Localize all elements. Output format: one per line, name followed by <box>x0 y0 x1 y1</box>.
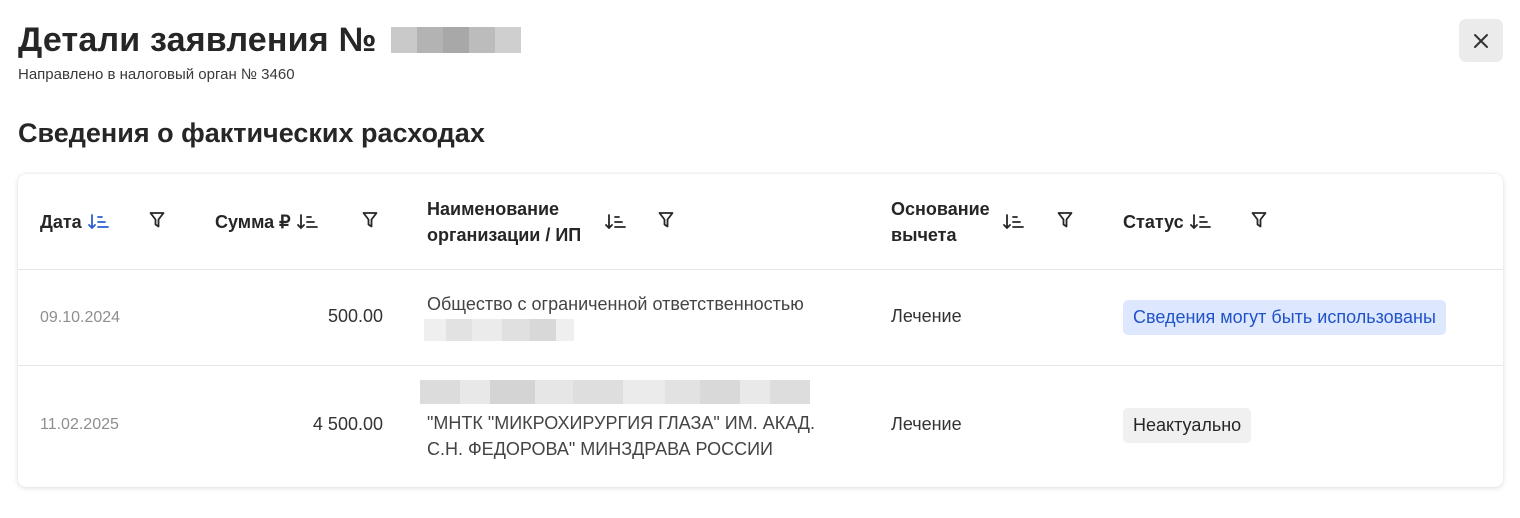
column-label-amount: Сумма ₽ <box>215 212 291 232</box>
column-header-status: Статус <box>1123 174 1212 270</box>
filter-icon[interactable] <box>362 211 378 229</box>
status-badge: Неактуально <box>1123 408 1252 443</box>
redacted-organization-prefix <box>420 380 810 404</box>
expenses-table: Дата Сумма ₽ Наименование организации / … <box>18 174 1503 487</box>
sort-icon[interactable] <box>1189 213 1212 231</box>
column-label-basis: Основание вычета <box>891 199 990 245</box>
sort-icon[interactable] <box>1003 213 1025 231</box>
organization-cell: Общество с ограниченной ответственностью <box>427 294 804 314</box>
filter-icon[interactable] <box>1251 211 1267 229</box>
sort-icon[interactable] <box>605 213 627 231</box>
organization-cell-line-2: С.Н. ФЕДОРОВА" МИНЗДРАВА РОССИИ <box>427 439 773 459</box>
date-cell: 11.02.2025 <box>40 416 119 433</box>
sort-icon[interactable] <box>296 213 319 231</box>
close-icon <box>1474 33 1488 48</box>
table-row[interactable]: 11.02.2025 4 500.00 "МНТК "МИКРОХИРУРГИЯ… <box>18 366 1503 487</box>
column-header-basis: Основание вычета <box>891 174 1025 270</box>
column-header-amount: Сумма ₽ <box>215 174 319 270</box>
section-title: Сведения о фактических расходах <box>18 118 485 148</box>
title-row: Детали заявления № <box>18 20 521 60</box>
filter-icon[interactable] <box>149 211 165 229</box>
close-button[interactable] <box>1459 19 1503 62</box>
header: Детали заявления № Направлено в налоговы… <box>18 20 521 83</box>
status-badge: Сведения могут быть использованы <box>1123 300 1446 335</box>
filter-icon[interactable] <box>1057 211 1073 229</box>
column-header-date: Дата <box>40 174 110 270</box>
filter-icon[interactable] <box>658 211 674 229</box>
date-cell: 09.10.2024 <box>40 309 121 326</box>
table-row[interactable]: 09.10.2024 500.00 Общество с ограниченно… <box>18 270 1503 366</box>
table-header: Дата Сумма ₽ Наименование организации / … <box>18 174 1503 270</box>
amount-cell: 4 500.00 <box>312 414 383 434</box>
sort-icon[interactable] <box>87 213 110 231</box>
organization-cell-line-1: "МНТК "МИКРОХИРУРГИЯ ГЛАЗА" ИМ. АКАД. <box>427 413 815 433</box>
basis-cell: Лечение <box>891 306 962 326</box>
page-title: Детали заявления № <box>18 20 377 59</box>
page-subtitle: Направлено в налоговый орган № 3460 <box>18 66 295 83</box>
column-label-organization: Наименование организации / ИП <box>427 199 582 245</box>
column-header-organization: Наименование организации / ИП <box>427 174 627 270</box>
redacted-application-number <box>390 27 521 53</box>
column-label-status: Статус <box>1123 212 1184 232</box>
amount-cell: 500.00 <box>327 306 383 326</box>
column-label-date: Дата <box>40 212 82 232</box>
redacted-organization-name <box>424 319 574 341</box>
basis-cell: Лечение <box>891 414 962 434</box>
